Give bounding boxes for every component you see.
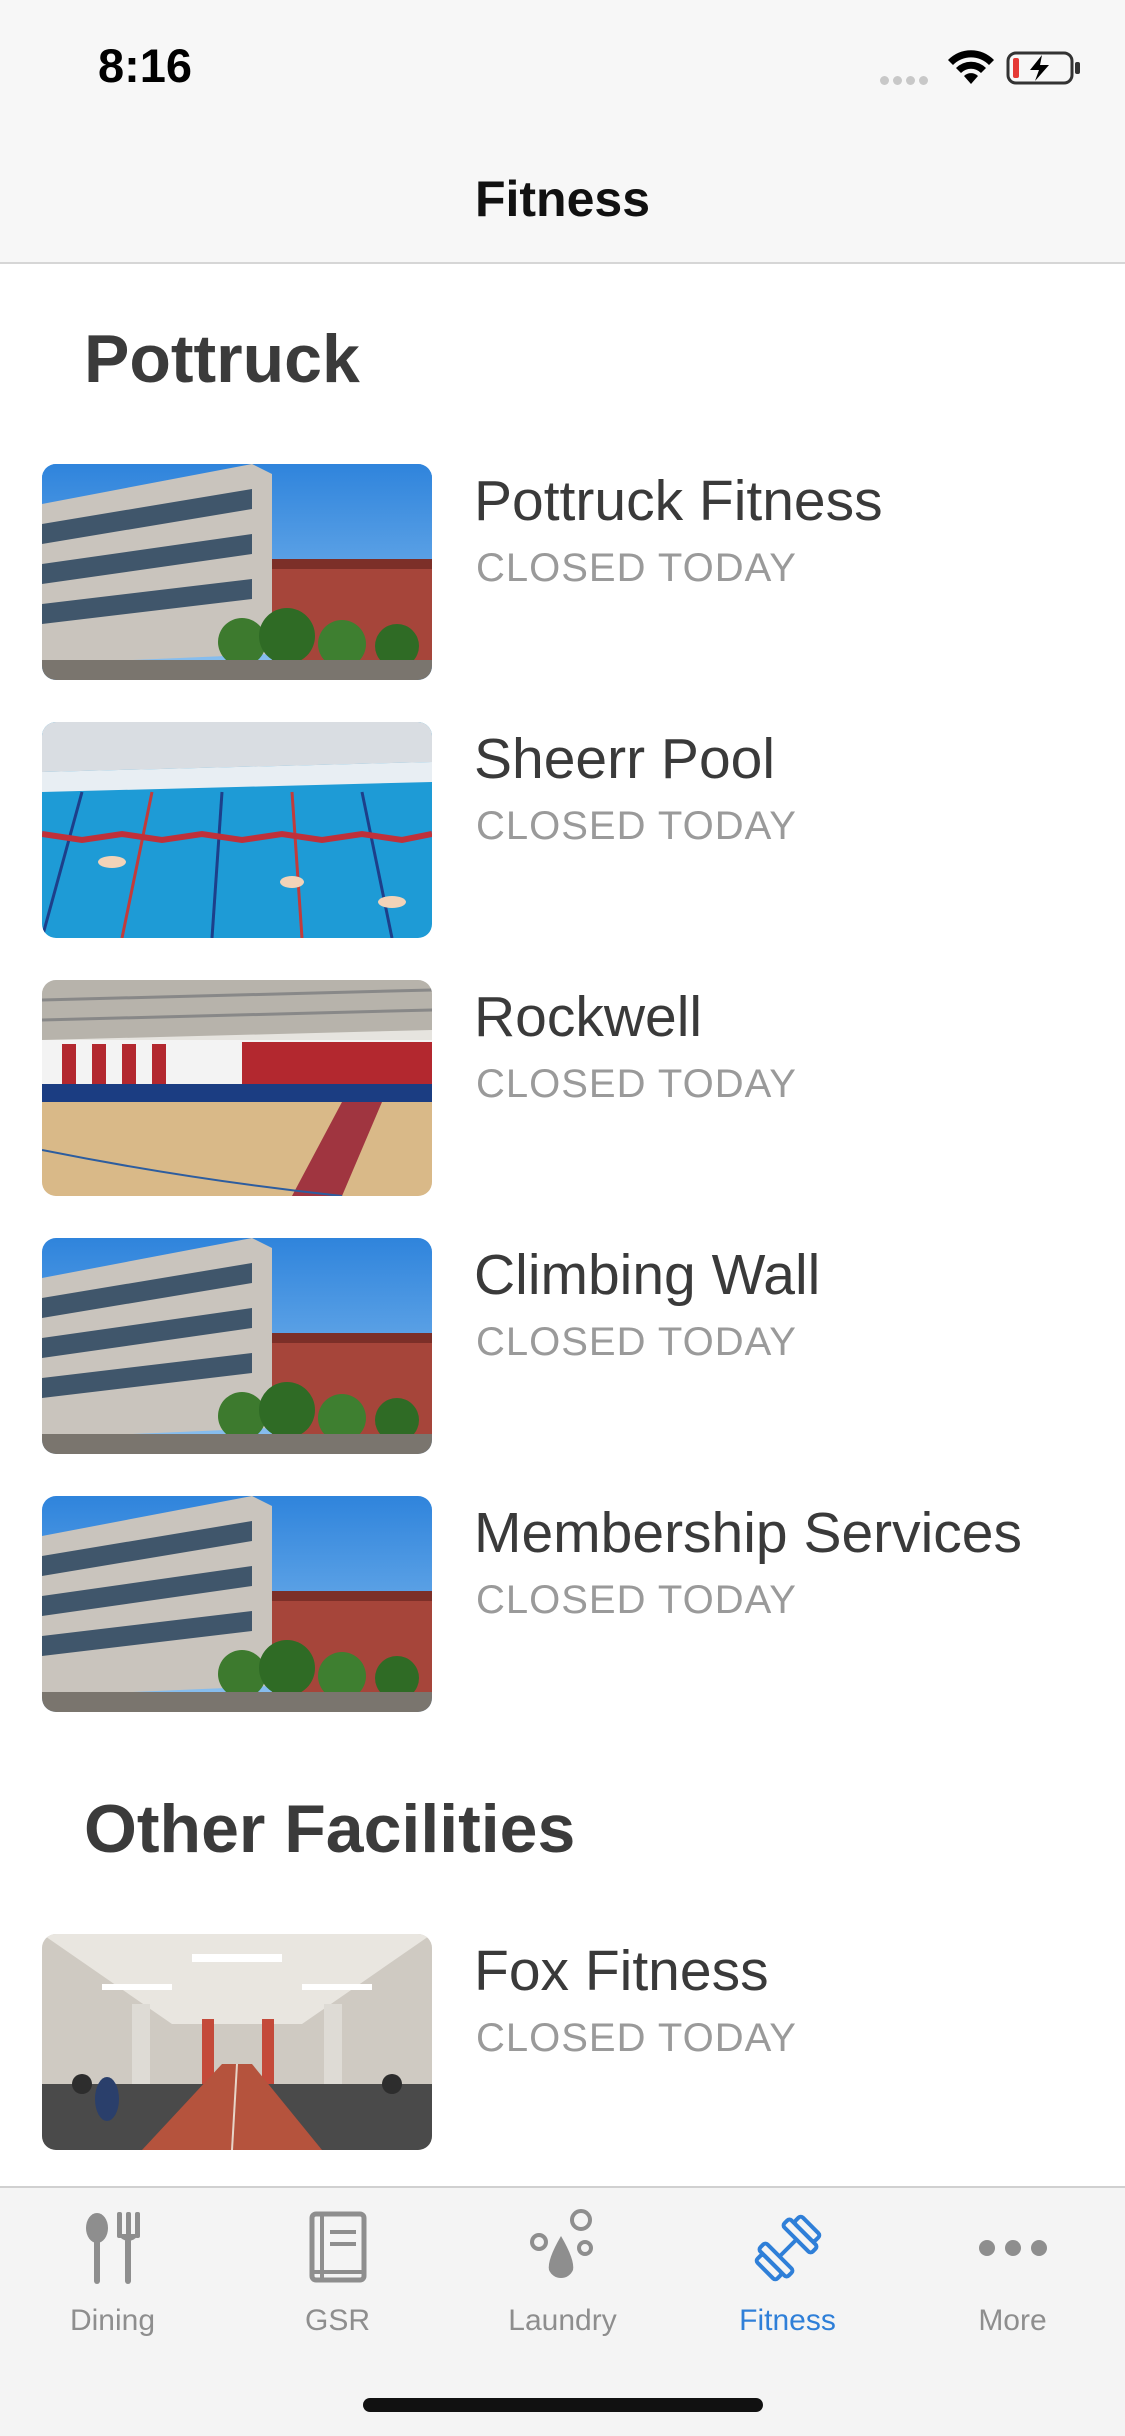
status-bar: 8:16: [0, 0, 1125, 130]
facility-name: Fox Fitness: [474, 1939, 769, 2003]
tab-more[interactable]: More: [900, 2208, 1125, 2358]
tab-label: Laundry: [508, 2304, 617, 2337]
facility-image-building: [42, 464, 432, 680]
facility-status: CLOSED TODAY: [476, 804, 797, 848]
cellular-signal-icon: [880, 72, 932, 85]
facility-name: Climbing Wall: [474, 1243, 821, 1307]
ellipsis-icon: [978, 2240, 1047, 2256]
facility-row-climbing-wall[interactable]: Climbing Wall CLOSED TODAY: [0, 1238, 1125, 1454]
tab-label: GSR: [304, 2304, 370, 2337]
tab-dining[interactable]: Dining: [0, 2208, 225, 2358]
facility-name: Rockwell: [474, 985, 703, 1049]
section-header-pottruck: Pottruck: [84, 321, 360, 397]
facility-name: Pottruck Fitness: [474, 469, 883, 533]
book-icon: [309, 2211, 366, 2283]
navigation-bar: Fitness: [0, 130, 1125, 264]
dumbbell-icon: [754, 2214, 821, 2282]
tab-laundry[interactable]: Laundry: [450, 2208, 675, 2358]
status-time: 8:16: [98, 39, 193, 92]
facility-row-pottruck-fitness[interactable]: Pottruck Fitness CLOSED TODAY: [0, 464, 1125, 680]
section-header-other-facilities: Other Facilities: [84, 1791, 576, 1867]
facility-image-gym: [42, 980, 432, 1196]
facility-list[interactable]: Pottruck Pottruck Fitness CLOSED TODAY S…: [0, 264, 1125, 2186]
facility-status: CLOSED TODAY: [476, 2016, 797, 2060]
facility-name: Sheerr Pool: [474, 727, 776, 791]
tab-label: Fitness: [739, 2304, 836, 2337]
facility-image-pool: [42, 722, 432, 938]
facility-row-sheerr-pool[interactable]: Sheerr Pool CLOSED TODAY: [0, 722, 1125, 938]
facility-image-building: [42, 1496, 432, 1712]
drops-icon: [529, 2209, 593, 2278]
home-indicator[interactable]: [363, 2398, 763, 2412]
battery-charging-icon: [1006, 51, 1080, 85]
tab-label: More: [978, 2304, 1047, 2337]
facility-row-fox-fitness[interactable]: Fox Fitness CLOSED TODAY: [0, 1934, 1125, 2150]
facility-name: Membership Services: [474, 1501, 1023, 1565]
facility-image-fitness-room: [42, 1934, 432, 2150]
tab-fitness[interactable]: Fitness: [675, 2208, 900, 2358]
facility-status: CLOSED TODAY: [476, 546, 797, 590]
facility-status: CLOSED TODAY: [476, 1578, 797, 1622]
tab-gsr[interactable]: GSR: [225, 2208, 450, 2358]
facility-row-rockwell[interactable]: Rockwell CLOSED TODAY: [0, 980, 1125, 1196]
facility-status: CLOSED TODAY: [476, 1062, 797, 1106]
fork-spoon-icon: [85, 2212, 140, 2284]
tab-label: Dining: [69, 2304, 156, 2337]
facility-image-building: [42, 1238, 432, 1454]
facility-row-membership-services[interactable]: Membership Services CLOSED TODAY: [0, 1496, 1125, 1712]
facility-status: CLOSED TODAY: [476, 1320, 797, 1364]
wifi-icon: [948, 50, 994, 84]
page-title: Fitness: [474, 171, 651, 227]
